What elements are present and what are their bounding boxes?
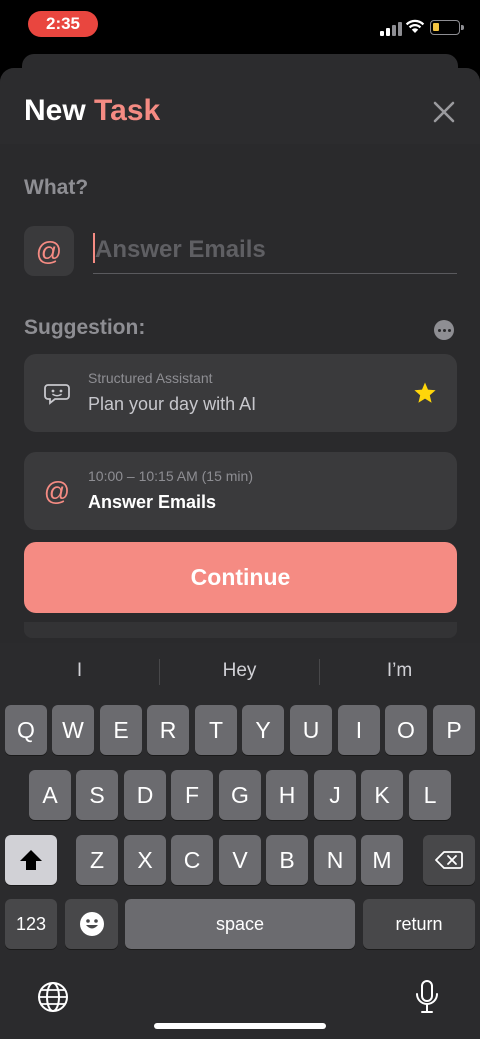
key-n[interactable]: N: [314, 835, 356, 885]
predictive-bar: I Hey I’m: [0, 643, 480, 699]
assistant-chat-icon: [44, 384, 70, 405]
emoji-icon: [79, 912, 104, 936]
key-q[interactable]: Q: [5, 705, 47, 755]
task-title-input[interactable]: [93, 226, 457, 274]
delete-key[interactable]: [423, 835, 475, 885]
suggestion-subtitle: Structured Assistant: [88, 370, 213, 386]
key-b[interactable]: B: [266, 835, 308, 885]
suggestion-title: Answer Emails: [88, 492, 217, 512]
close-icon[interactable]: [432, 100, 456, 124]
suggestion-time: 10:00 – 10:15 AM (15 min): [88, 468, 253, 484]
status-time: 2:35: [28, 11, 98, 37]
key-y[interactable]: Y: [242, 705, 284, 755]
key-d[interactable]: D: [124, 770, 166, 820]
at-icon: @: [43, 475, 71, 506]
key-w[interactable]: W: [52, 705, 94, 755]
key-t[interactable]: T: [195, 705, 237, 755]
task-type-button[interactable]: @: [24, 226, 74, 276]
key-k[interactable]: K: [361, 770, 403, 820]
battery-icon: [430, 20, 464, 35]
more-options-icon[interactable]: [434, 320, 454, 340]
sheet-body: What? @ Suggestion: Structured Assistant…: [0, 144, 480, 668]
key-u[interactable]: U: [290, 705, 332, 755]
numbers-key[interactable]: 123: [5, 899, 57, 949]
text-caret: [93, 233, 95, 263]
keyboard: I Hey I’m Q W E R T Y U I O P A S D F G …: [0, 643, 480, 1039]
microphone-icon[interactable]: [414, 979, 440, 1015]
globe-icon[interactable]: [37, 981, 69, 1013]
key-r[interactable]: R: [147, 705, 189, 755]
key-l[interactable]: L: [409, 770, 451, 820]
what-label: What?: [24, 176, 89, 199]
prediction-item[interactable]: Hey: [160, 643, 319, 699]
key-f[interactable]: F: [171, 770, 213, 820]
wifi-icon: [405, 19, 425, 33]
suggestion-title: Plan your day with AI: [88, 394, 257, 414]
suggestion-label: Suggestion:: [24, 316, 146, 339]
prediction-item[interactable]: I’m: [320, 643, 479, 699]
new-task-sheet: New Task What? @ Suggestion: Structured …: [0, 68, 480, 668]
home-indicator[interactable]: [154, 1023, 326, 1029]
star-icon: [414, 382, 436, 403]
page-title: New Task: [24, 94, 160, 128]
backspace-icon: [435, 851, 463, 869]
return-key[interactable]: return: [363, 899, 475, 949]
key-x[interactable]: X: [124, 835, 166, 885]
key-h[interactable]: H: [266, 770, 308, 820]
key-g[interactable]: G: [219, 770, 261, 820]
key-e[interactable]: E: [100, 705, 142, 755]
space-key[interactable]: space: [125, 899, 355, 949]
sheet-footer-peek: [24, 622, 457, 638]
title-prefix: New: [24, 94, 86, 127]
key-j[interactable]: J: [314, 770, 356, 820]
cellular-signal-icon: [380, 22, 402, 36]
continue-button[interactable]: Continue: [24, 542, 457, 613]
sheet-header: New Task: [0, 68, 480, 144]
key-z[interactable]: Z: [76, 835, 118, 885]
shift-icon: [20, 850, 42, 870]
title-accent: Task: [94, 94, 161, 127]
key-p[interactable]: P: [433, 705, 475, 755]
suggestion-card-emails[interactable]: @ 10:00 – 10:15 AM (15 min) Answer Email…: [24, 452, 457, 530]
key-i[interactable]: I: [338, 705, 380, 755]
key-a[interactable]: A: [29, 770, 71, 820]
key-s[interactable]: S: [76, 770, 118, 820]
at-icon: @: [35, 235, 63, 266]
suggestion-card-ai[interactable]: Structured Assistant Plan your day with …: [24, 354, 457, 432]
key-c[interactable]: C: [171, 835, 213, 885]
emoji-key[interactable]: [65, 899, 118, 949]
status-bar: 2:35: [0, 0, 480, 48]
key-v[interactable]: V: [219, 835, 261, 885]
shift-key[interactable]: [5, 835, 57, 885]
prediction-item[interactable]: I: [0, 643, 159, 699]
key-m[interactable]: M: [361, 835, 403, 885]
key-o[interactable]: O: [385, 705, 427, 755]
